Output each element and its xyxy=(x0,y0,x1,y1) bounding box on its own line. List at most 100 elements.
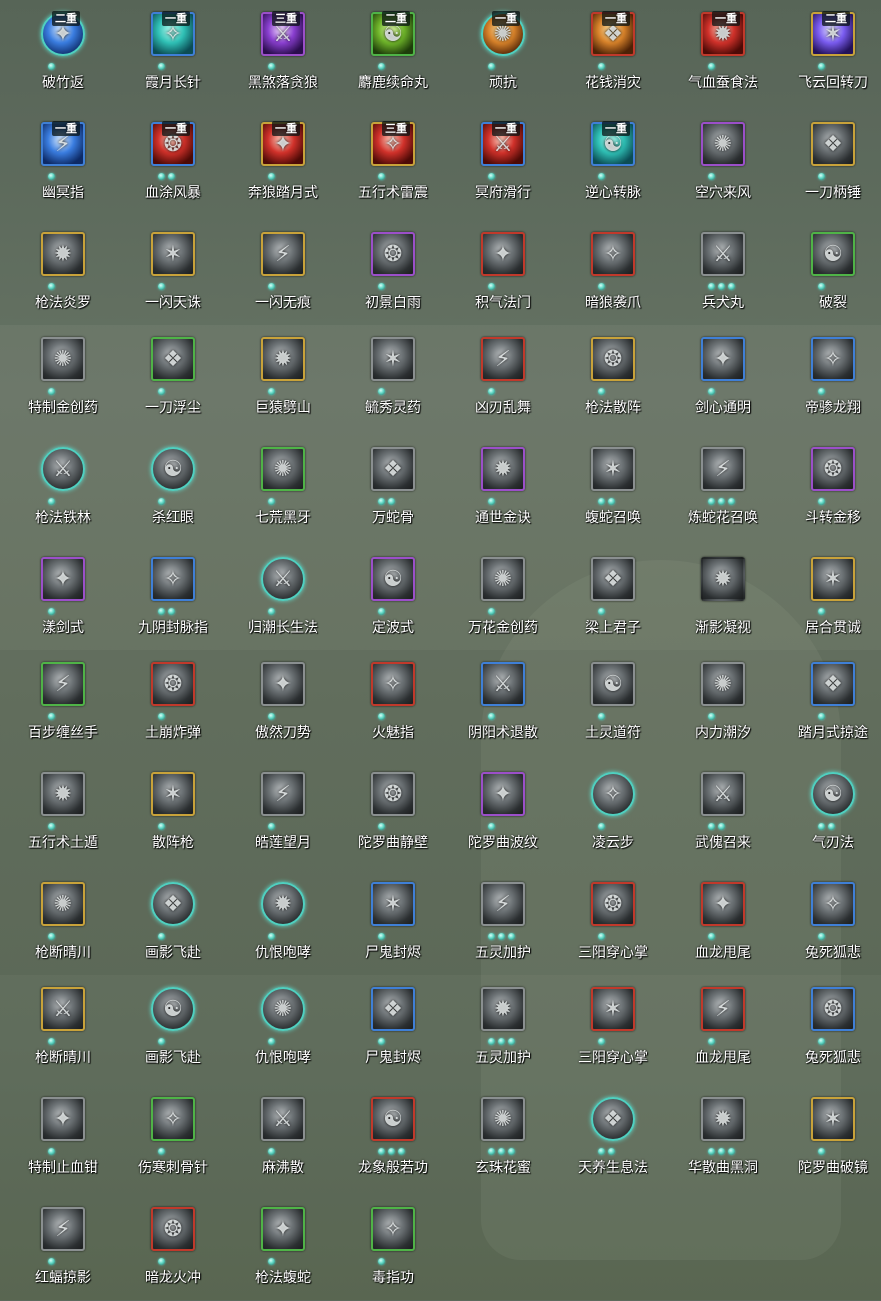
spear-break-icon[interactable]: ⚔ xyxy=(41,987,85,1031)
skill-slot[interactable]: ✺ 万花金创药 xyxy=(448,547,558,651)
skill-slot[interactable]: ✹ 五灵加护 xyxy=(448,977,558,1081)
skill-slot[interactable]: ✶ 尸鬼封烬 xyxy=(338,872,448,976)
skill-slot[interactable]: ❖ 梁上君子 xyxy=(558,547,668,651)
roar-icon[interactable]: ✹ xyxy=(261,882,305,926)
viper-icon[interactable]: ✶ xyxy=(591,447,635,491)
skill-slot[interactable]: ✹ 华散曲黑洞 xyxy=(668,1087,778,1191)
blade-dance-icon[interactable]: ⚡ xyxy=(481,337,525,381)
seal-finger-icon[interactable]: ✧ xyxy=(151,557,195,601)
skill-slot[interactable]: ❖ 一刀浮尘 xyxy=(118,327,228,431)
skill-slot[interactable]: ☯ 杀红眼 xyxy=(118,437,228,541)
snake-bone-icon[interactable]: ❖ xyxy=(371,447,415,491)
flower-medicine-icon[interactable]: ✺ xyxy=(481,557,525,601)
skill-slot[interactable]: ❖ 一重 花钱消灾 xyxy=(558,2,668,106)
skill-slot[interactable]: ✧ 一重 霞月长针 xyxy=(118,2,228,106)
skill-slot[interactable]: ✺ 枪断晴川 xyxy=(8,872,118,976)
skill-slot[interactable]: ❂ 暗龙火冲 xyxy=(118,1197,228,1301)
ripple-icon[interactable]: ✦ xyxy=(481,772,525,816)
skill-slot[interactable]: ✹ 五行术土遁 xyxy=(8,762,118,866)
skill-slot[interactable]: ✧ 毒指功 xyxy=(338,1197,448,1301)
skill-slot[interactable]: ✧ 帝骖龙翔 xyxy=(778,327,881,431)
bomb-icon[interactable]: ❂ xyxy=(151,662,195,706)
spear-break-icon[interactable]: ✺ xyxy=(41,882,85,926)
skill-slot[interactable]: ✶ 居合贯诚 xyxy=(778,547,881,651)
skill-slot[interactable]: ❂ 兔死狐悲 xyxy=(778,977,881,1081)
skill-slot[interactable]: ❖ 画影飞赴 xyxy=(118,872,228,976)
skill-slot[interactable]: ✧ 暗狼袭爪 xyxy=(558,222,668,326)
tide-icon[interactable]: ⚔ xyxy=(261,557,305,601)
skill-slot[interactable]: ⚔ 三重 黑煞落贪狼 xyxy=(228,2,338,106)
skill-slot[interactable]: ⚔ 阴阳术退散 xyxy=(448,652,558,756)
skill-slot[interactable]: ✦ 积气法门 xyxy=(448,222,558,326)
rage-icon[interactable]: ☯ xyxy=(151,447,195,491)
skill-slot[interactable]: ☯ 画影飞赴 xyxy=(118,977,228,1081)
skill-slot[interactable]: ⚡ 百步缠丝手 xyxy=(8,652,118,756)
skill-slot[interactable]: ❂ 三阳穿心掌 xyxy=(558,872,668,976)
fire-finger-icon[interactable]: ✧ xyxy=(371,662,415,706)
skill-slot[interactable]: ✶ 陀罗曲破镜 xyxy=(778,1087,881,1191)
flash-strike-icon[interactable]: ✶ xyxy=(151,232,195,276)
skill-slot[interactable]: ❂ 土崩炸弹 xyxy=(118,652,228,756)
skill-slot[interactable]: ✺ 一重 顽抗 xyxy=(448,2,558,106)
shadow-gaze-icon[interactable]: ✹ xyxy=(701,557,745,601)
serpent-flower-icon[interactable]: ⚡ xyxy=(701,447,745,491)
skill-slot[interactable]: ✹ 一重 气血蚕食法 xyxy=(668,2,778,106)
dragon-tail-icon[interactable]: ✦ xyxy=(701,882,745,926)
skill-slot[interactable]: ✶ 一闪天诛 xyxy=(118,222,228,326)
skill-slot[interactable]: ⚡ 五灵加护 xyxy=(448,872,558,976)
yin-yang-icon[interactable]: ⚔ xyxy=(481,662,525,706)
skill-slot[interactable]: ✦ 枪法蝮蛇 xyxy=(228,1197,338,1301)
iron-spear-icon[interactable]: ⚔ xyxy=(41,447,85,491)
ghost-seal-icon[interactable]: ❖ xyxy=(371,987,415,1031)
sword-dust-icon[interactable]: ❖ xyxy=(151,337,195,381)
skill-slot[interactable]: ❂ 一重 血涂风暴 xyxy=(118,112,228,216)
skill-slot[interactable]: ✹ 通世金诀 xyxy=(448,437,558,541)
skill-slot[interactable]: ⚔ 枪断晴川 xyxy=(8,977,118,1081)
skill-slot[interactable]: ✺ 内力潮汐 xyxy=(668,652,778,756)
poison-finger-icon[interactable]: ✧ xyxy=(371,1207,415,1251)
shadow-strike-icon[interactable]: ⚡ xyxy=(261,232,305,276)
skill-slot[interactable]: ✦ 二重 破竹返 xyxy=(8,2,118,106)
powder-icon[interactable]: ⚔ xyxy=(261,1097,305,1141)
skill-slot[interactable]: ❂ 陀罗曲静壁 xyxy=(338,762,448,866)
skill-slot[interactable]: ⚔ 一重 冥府滑行 xyxy=(448,112,558,216)
skill-slot[interactable]: ✺ 仇恨咆哮 xyxy=(228,977,338,1081)
skill-slot[interactable]: ⚔ 武傀召来 xyxy=(668,762,778,866)
skill-slot[interactable]: ✶ 毓秀灵药 xyxy=(338,327,448,431)
palm-icon[interactable]: ✶ xyxy=(591,987,635,1031)
skill-slot[interactable]: ✦ 陀罗曲波纹 xyxy=(448,762,558,866)
silk-hand-icon[interactable]: ⚡ xyxy=(41,662,85,706)
skill-slot[interactable]: ✶ 三阳穿心掌 xyxy=(558,977,668,1081)
moon-step-icon[interactable]: ❖ xyxy=(811,662,855,706)
scatter-spear-icon[interactable]: ✶ xyxy=(151,772,195,816)
skill-slot[interactable]: ✦ 血龙甩尾 xyxy=(668,872,778,976)
skill-slot[interactable]: ☯ 土灵道符 xyxy=(558,652,668,756)
skill-slot[interactable]: ✹ 巨猿劈山 xyxy=(228,327,338,431)
reversal-icon[interactable]: ❂ xyxy=(811,447,855,491)
skill-slot[interactable]: ✧ 凌云步 xyxy=(558,762,668,866)
skill-slot[interactable]: ✦ 剑心通明 xyxy=(668,327,778,431)
dark-dragon-icon[interactable]: ❂ xyxy=(151,1207,195,1251)
meditation-icon[interactable]: ❖ xyxy=(591,1097,635,1141)
skill-slot[interactable]: ☯ 定波式 xyxy=(338,547,448,651)
clamp-icon[interactable]: ✦ xyxy=(41,1097,85,1141)
coin-wind-icon[interactable]: ✺ xyxy=(701,122,745,166)
skill-slot[interactable]: ☯ 一重 逆心转脉 xyxy=(558,112,668,216)
gather-qi-icon[interactable]: ✦ xyxy=(481,232,525,276)
skill-slot[interactable]: ✦ 一重 奔狼踏月式 xyxy=(228,112,338,216)
skill-slot[interactable]: ⚡ 一闪无痕 xyxy=(228,222,338,326)
medicine-icon[interactable]: ✺ xyxy=(41,337,85,381)
skill-slot[interactable]: ❖ 尸鬼封烬 xyxy=(338,977,448,1081)
qi-blade-icon[interactable]: ☯ xyxy=(811,772,855,816)
skill-slot[interactable]: ☯ 气刃法 xyxy=(778,762,881,866)
ghost-seal-icon[interactable]: ✶ xyxy=(371,882,415,926)
skill-slot[interactable]: ✹ 枪法炎罗 xyxy=(8,222,118,326)
sword-heart-icon[interactable]: ✦ xyxy=(701,337,745,381)
skill-slot[interactable]: ❖ 万蛇骨 xyxy=(338,437,448,541)
talisman-icon[interactable]: ☯ xyxy=(591,662,635,706)
skill-slot[interactable]: ⚡ 一重 幽冥指 xyxy=(8,112,118,216)
dragon-tail-icon[interactable]: ⚡ xyxy=(701,987,745,1031)
earth-escape-icon[interactable]: ✹ xyxy=(41,772,85,816)
wave-calm-icon[interactable]: ☯ xyxy=(371,557,415,601)
ripple-sword-icon[interactable]: ✦ xyxy=(41,557,85,601)
